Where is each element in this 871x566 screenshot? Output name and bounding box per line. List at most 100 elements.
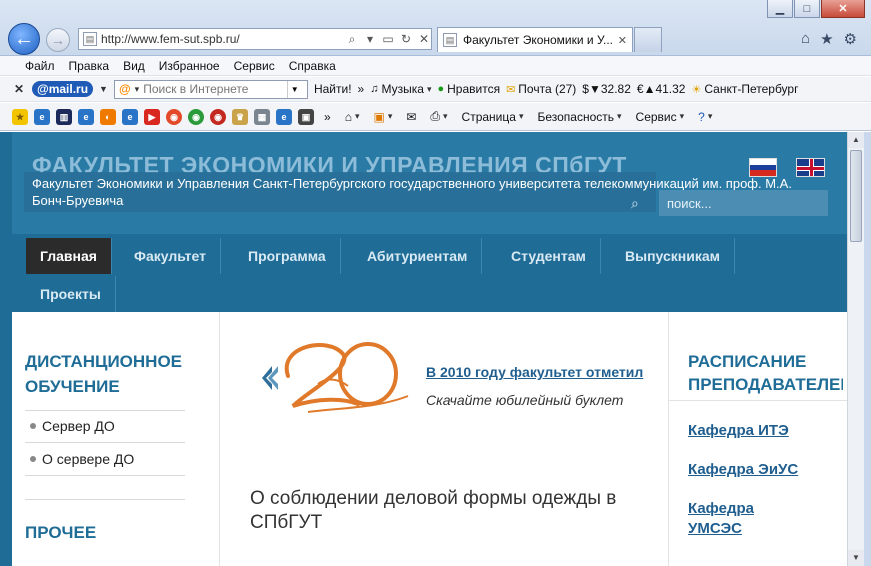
menu-edit[interactable]: Правка: [62, 59, 117, 73]
help-button[interactable]: ? ▾: [694, 110, 716, 124]
favorite-link-icon[interactable]: ♛: [232, 108, 248, 125]
weather-button[interactable]: ☀ Санкт-Петербург: [691, 82, 798, 96]
scroll-down-icon[interactable]: ▼: [848, 550, 864, 566]
news-subtitle: Скачайте юбилейный буклет: [426, 392, 624, 408]
mail-button[interactable]: ✉ Почта (27): [506, 82, 576, 96]
vertical-scrollbar[interactable]: ▲ ▼: [847, 132, 864, 566]
search-go-button[interactable]: Найти!: [314, 82, 352, 96]
search-icon[interactable]: ⌕: [631, 195, 639, 212]
nav-projects[interactable]: Проекты: [26, 276, 116, 312]
music-label: Музыка: [381, 82, 424, 96]
scroll-up-icon[interactable]: ▲: [848, 132, 864, 148]
minimize-icon[interactable]: ▁: [767, 0, 793, 18]
nav-faculty[interactable]: Факультет: [120, 238, 221, 274]
dropdown-icon[interactable]: ▾: [363, 32, 377, 46]
home-button[interactable]: ⌂ ▾: [341, 110, 364, 124]
nav-applicants[interactable]: Абитуриентам: [353, 238, 483, 274]
schedule-title-line1: РАСПИСАНИЕ: [688, 352, 807, 371]
close-toolbar-icon[interactable]: ✕: [14, 82, 26, 96]
list-item[interactable]: Сервер ДО: [30, 418, 115, 434]
print-button[interactable]: ⎙ ▾: [426, 109, 451, 124]
mailru-logo[interactable]: @mail.ru: [32, 81, 94, 97]
favorites-star-icon[interactable]: ★: [12, 108, 28, 125]
page-menu-button[interactable]: Страница ▾: [458, 110, 528, 124]
department-link-umses[interactable]: Кафедра УМСЭС: [688, 499, 798, 539]
favorite-link-icon[interactable]: ◉: [188, 108, 204, 125]
home-icon[interactable]: ⌂: [801, 30, 810, 48]
feeds-button[interactable]: ▣ ▾: [369, 110, 396, 124]
search-dropdown-button[interactable]: ▼: [287, 80, 301, 98]
toolbar-search-input[interactable]: [143, 82, 284, 96]
music-button[interactable]: ♫ Музыка ▾: [370, 82, 431, 96]
nav-home[interactable]: Главная: [26, 238, 112, 274]
usd-rate[interactable]: $▼32.82: [582, 82, 631, 96]
address-bar[interactable]: ▤ http://www.fem-sut.spb.ru/ ⌕ ▾ ▭ ↻ ✕: [78, 28, 432, 50]
article-title[interactable]: О соблюдении деловой формы одежды в СПбГ…: [250, 487, 630, 535]
sun-icon: ☀: [691, 83, 702, 96]
menu-help[interactable]: Справка: [282, 59, 343, 73]
chevron-down-icon: ▾: [387, 111, 393, 121]
tools-menu-label: Сервис: [635, 109, 677, 124]
favorite-link-icon[interactable]: e: [122, 108, 138, 125]
search-icon[interactable]: ⌕: [345, 32, 359, 47]
favorite-link-icon[interactable]: ▦: [254, 108, 270, 125]
favorite-link-icon[interactable]: ▥: [56, 108, 72, 125]
chevron-down-icon[interactable]: ▾: [135, 84, 140, 95]
security-menu-button[interactable]: Безопасность ▾: [533, 110, 625, 124]
chevron-down-icon: ▾: [518, 111, 524, 121]
nav-students[interactable]: Студентам: [497, 238, 601, 274]
favorite-link-icon[interactable]: ▣: [298, 108, 314, 125]
youtube-icon[interactable]: ▶: [144, 108, 160, 125]
refresh-icon[interactable]: ↻: [399, 32, 413, 46]
favorite-link-icon[interactable]: e: [276, 108, 292, 125]
back-arrow-icon[interactable]: ←: [8, 23, 40, 55]
tab-close-icon[interactable]: ✕: [618, 34, 627, 47]
menu-file[interactable]: Файл: [18, 59, 62, 73]
tools-menu-button[interactable]: Сервис ▾: [632, 110, 689, 124]
russian-flag-icon[interactable]: [749, 158, 777, 177]
divider: [669, 400, 847, 401]
nav-program[interactable]: Программа: [234, 238, 341, 274]
browser-tab[interactable]: ▤ Факультет Экономики и У... ✕: [437, 27, 633, 52]
eur-rate[interactable]: €▲41.32: [637, 82, 686, 96]
window-controls: ▁ □ ✕: [767, 0, 865, 18]
anniversary-logo[interactable]: [248, 336, 416, 416]
favorite-link-icon[interactable]: ◐: [100, 108, 116, 125]
favorite-link-icon[interactable]: e: [34, 108, 50, 125]
site-search-input[interactable]: [659, 190, 828, 216]
favorite-link-icon[interactable]: e: [78, 108, 94, 125]
read-mail-button[interactable]: ✉: [402, 110, 420, 124]
favorite-link-icon[interactable]: ◉: [210, 108, 226, 125]
department-link-ite[interactable]: Кафедра ИТЭ: [688, 421, 789, 441]
department-link-eius[interactable]: Кафедра ЭиУС: [688, 460, 798, 480]
forward-arrow-icon[interactable]: →: [46, 28, 70, 52]
stop-icon[interactable]: ✕: [417, 32, 431, 46]
toolbar-search-box[interactable]: @ ▾ ▼: [113, 79, 308, 99]
scroll-thumb[interactable]: [850, 150, 862, 242]
chevron-down-icon: ▾: [354, 111, 360, 121]
nav-graduates[interactable]: Выпускникам: [611, 238, 735, 274]
favorite-link-icon[interactable]: ◉: [166, 108, 182, 125]
list-item-label: О сервере ДО: [42, 451, 135, 467]
url-text[interactable]: http://www.fem-sut.spb.ru/: [101, 32, 341, 46]
tab-page-icon: ▤: [443, 33, 457, 47]
close-window-icon[interactable]: ✕: [821, 0, 865, 18]
news-link[interactable]: В 2010 году факультет отметил: [426, 364, 643, 380]
menu-tools[interactable]: Сервис: [227, 59, 282, 73]
more-chevron-icon[interactable]: »: [358, 82, 365, 96]
gear-icon[interactable]: ⚙: [844, 30, 857, 48]
likes-button[interactable]: ● Нравится: [437, 82, 500, 96]
menu-favorites[interactable]: Избранное: [152, 59, 227, 73]
chevron-down-icon[interactable]: ▼: [99, 84, 108, 94]
english-flag-icon[interactable]: [796, 158, 825, 177]
tab-title: Факультет Экономики и У...: [463, 33, 612, 47]
list-item[interactable]: О сервере ДО: [30, 451, 134, 467]
maximize-icon[interactable]: □: [794, 0, 820, 18]
favorites-command-bar: ★ e ▥ e ◐ e ▶ ◉ ◉ ◉ ♛ ▦ e ▣ » ⌂ ▾ ▣ ▾ ✉ ⎙ ▾…: [0, 103, 871, 131]
compatibility-icon[interactable]: ▭: [381, 32, 395, 46]
mail-icon: ✉: [406, 109, 417, 124]
new-tab-button[interactable]: [634, 27, 662, 52]
menu-view[interactable]: Вид: [116, 59, 152, 73]
favorites-star-icon[interactable]: ★: [820, 30, 833, 48]
more-chevron-icon[interactable]: »: [320, 110, 335, 124]
